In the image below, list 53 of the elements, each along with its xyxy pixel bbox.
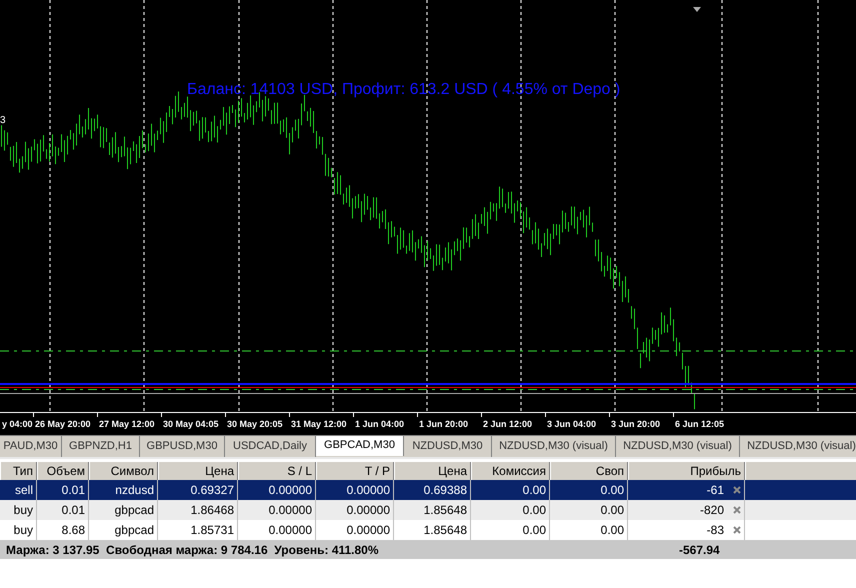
close-icon[interactable] — [733, 526, 741, 534]
table-cell-text: 0.00 — [522, 522, 546, 539]
balance-annotation: Баланс: 14103 USD, Профит: 613.2 USD ( 4.55% от Depo ) — [187, 80, 620, 100]
account-summary: Маржа: 3 137.95 Свободная маржа: 9 784.16 Уровень: 411.80% — [5, 542, 380, 558]
order-row[interactable]: sell 0.01 nzdusd 0.69327 0.00000 0.00000 0.69388 0.00 0.00 -61 — [0, 480, 856, 500]
close-icon[interactable] — [733, 486, 741, 494]
table-cell-text: 0.00000 — [346, 502, 390, 519]
table-cell-text: gbpcad — [114, 522, 154, 539]
order-row[interactable]: buy 0.01 gbpcad 1.86468 0.00000 0.00000 1.85648 0.00 0.00 -820 — [0, 500, 856, 520]
table-cell-text: 1.85648 — [424, 522, 467, 539]
table-cell-text: 0.00000 — [268, 502, 312, 519]
table-cell-text: 0.00 — [522, 482, 546, 499]
table-cell-text: gbpcad — [114, 502, 154, 519]
table-cell-text: nzdusd — [115, 482, 154, 499]
time-label: 2 Jun 12:00 — [483, 418, 532, 431]
scroll-marker-icon — [693, 7, 701, 12]
table-cell-text: 0.00 — [600, 482, 624, 499]
table-cell-text: -61 — [706, 482, 724, 499]
time-label: 1 Jun 04:00 — [355, 418, 404, 431]
table-cell-text: 1.85648 — [424, 502, 467, 519]
table-cell-text: 0.00000 — [268, 522, 312, 539]
time-label: 27 May 12:00 — [99, 418, 155, 431]
table-cell-text: -83 — [706, 522, 724, 539]
close-icon[interactable] — [733, 506, 741, 514]
table-cell-text: 0.69388 — [424, 482, 467, 499]
table-cell-text: 1.85731 — [190, 522, 234, 539]
table-cell-text: 0.00000 — [346, 522, 390, 539]
table-cell-text: 0.00 — [522, 502, 546, 519]
table-cell-text: buy — [14, 522, 33, 539]
total-profit: -567.94 — [679, 542, 720, 558]
time-label: 30 May 04:05 — [163, 418, 219, 431]
time-label: y 04:00 — [2, 418, 33, 431]
table-cell-text: -820 — [700, 502, 724, 519]
time-label: 30 May 20:05 — [227, 418, 283, 431]
table-cell-text: 8.68 — [62, 522, 85, 539]
table-cell-text: 0.01 — [62, 502, 85, 519]
time-label: 3 Jun 20:00 — [611, 418, 660, 431]
table-cell-text: buy — [14, 502, 33, 519]
table-cell-text: 1.86468 — [190, 502, 234, 519]
chart-tab[interactable]: GBPCAD,M30 — [316, 436, 404, 456]
time-label: 3 Jun 04:00 — [547, 418, 596, 431]
table-cell-text: 0.69327 — [190, 482, 234, 499]
time-label: 1 Jun 20:00 — [419, 418, 468, 431]
price-label: 3 — [0, 116, 6, 126]
table-cell-text: 0.00000 — [268, 482, 312, 499]
table-cell-text: sell — [14, 482, 33, 499]
time-label: 31 May 12:00 — [291, 418, 347, 431]
time-label: 26 May 20:00 — [35, 418, 91, 431]
table-cell-text: 0.00000 — [346, 482, 390, 499]
table-cell-text: 0.01 — [62, 482, 85, 499]
table-cell-text: 0.00 — [600, 522, 624, 539]
time-label: 6 Jun 12:05 — [675, 418, 724, 431]
table-cell-text: 0.00 — [600, 502, 624, 519]
